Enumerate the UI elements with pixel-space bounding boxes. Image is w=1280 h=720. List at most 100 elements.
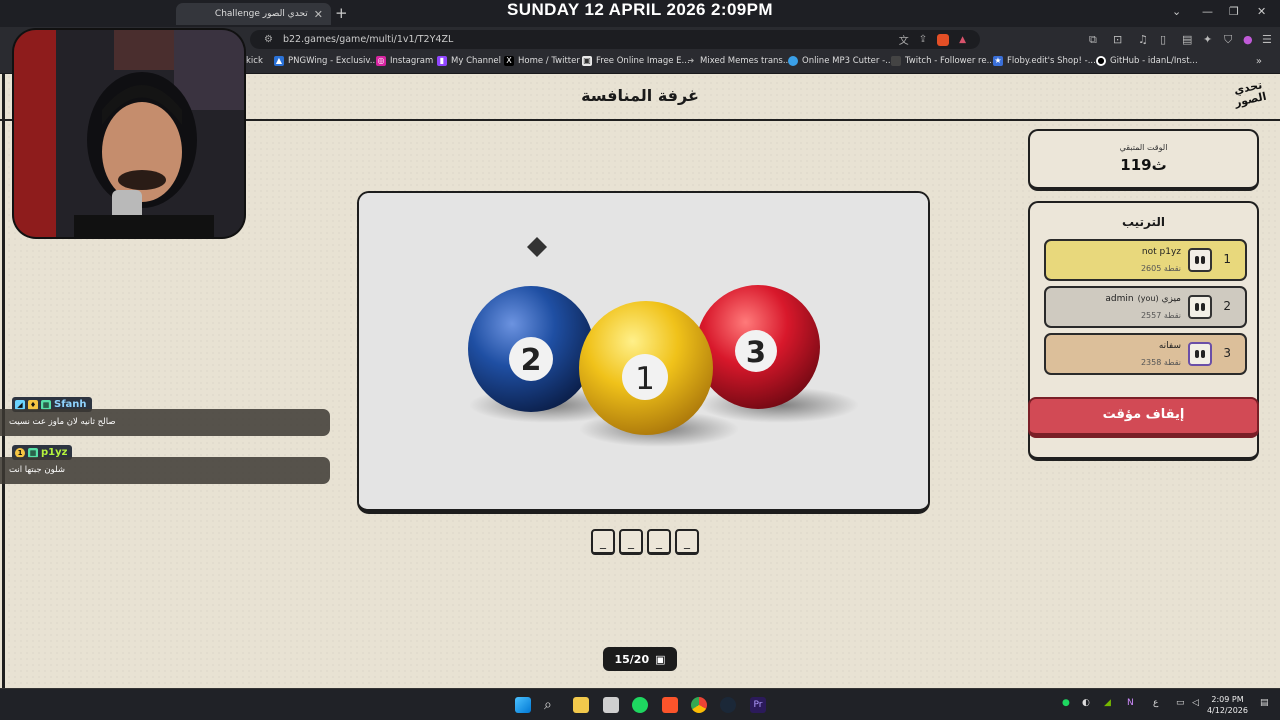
ball-3: 3 (696, 285, 820, 409)
search-icon[interactable]: ⌕ (544, 697, 560, 713)
premiere-icon[interactable]: Pr (750, 697, 766, 713)
translate-icon[interactable]: 文 (899, 32, 909, 47)
clock-date: 4/12/2026 (1206, 706, 1248, 715)
bookmark-label: My Channel (451, 56, 501, 66)
network-icon[interactable]: ▭ (1176, 698, 1185, 708)
bookmark-github[interactable]: ● GitHub - idanL/Inst... (1096, 56, 1198, 66)
ranking-row: 2 admin (you) ميزي 2557 نقطة (1044, 286, 1247, 328)
ranking-row: 3 سفانه 2358 نقطة (1044, 333, 1247, 375)
bookmark-instagram[interactable]: ◎ Instagram (376, 56, 433, 66)
timer-card: الوقت المتبقي 119ث (1028, 129, 1259, 191)
player-name-suffix: admin (1105, 294, 1134, 304)
pause-button[interactable]: إيقاف مؤقت (1028, 397, 1259, 438)
menu-icon[interactable]: ☰ (1262, 33, 1272, 46)
windows-start-icon[interactable] (515, 697, 531, 713)
avatar (1188, 295, 1212, 319)
bookmark-label: GitHub - idanL/Inst... (1110, 56, 1198, 66)
stream-date-overlay: SUNDAY 12 APRIL 2026 2:09PM (507, 0, 773, 19)
system-clock[interactable]: 2:09 PM 4/12/2026 (1207, 694, 1248, 716)
url-text[interactable]: b22.games/game/multi/1v1/T2Y4ZL (283, 34, 889, 45)
puzzle-icon[interactable]: ✦ (1203, 33, 1212, 46)
steam-icon[interactable] (720, 697, 736, 713)
page-icon (891, 56, 901, 66)
vip-badge-icon: ▦ (28, 447, 38, 458)
url-field[interactable]: ⚙ b22.games/game/multi/1v1/T2Y4ZL 文 ⇪ ▲ (250, 30, 980, 49)
music-icon[interactable]: ♫ (1138, 33, 1148, 46)
player-name-text: ميزي (1161, 294, 1181, 304)
notifications-icon[interactable]: ▤ (1260, 698, 1269, 708)
bookmark-my-channel[interactable]: ▮ My Channel (437, 56, 501, 66)
tray-notion-icon[interactable]: N (1127, 698, 1134, 708)
brave-icon[interactable] (662, 697, 678, 713)
sidebar-icon[interactable]: ▤ (1182, 33, 1192, 46)
player-score: 2557 نقطة (1140, 311, 1181, 320)
billiard-balls-image: 2 3 1 (359, 193, 928, 509)
gift-badge-icon: 1 (15, 447, 25, 458)
profile-icon[interactable]: ● (1243, 33, 1253, 46)
bookmark-twitter[interactable]: X Home / Twitter (504, 56, 580, 66)
bookmark-label: Instagram (390, 56, 434, 66)
avatar (1188, 342, 1212, 366)
bookmark-label: Free Online Image E... (596, 56, 690, 66)
ball-2-number: 2 (521, 343, 542, 378)
subscriber-badge-icon: ◢ (15, 399, 25, 410)
vpn-icon[interactable]: ⛉ (1224, 33, 1232, 47)
bookmark-floby-shop[interactable]: ★ Floby.edit's Shop! -... (993, 56, 1096, 66)
rank-number: 3 (1223, 346, 1231, 360)
bookmark-label: Floby.edit's Shop! -... (1007, 56, 1096, 66)
answer-slot[interactable]: _ (619, 529, 643, 555)
brave-rewards-icon[interactable]: ▲ (959, 35, 966, 45)
instagram-icon: ◎ (376, 56, 386, 66)
bookmark-label: kick (246, 56, 263, 66)
bookmark-label: Mixed Memes trans... (700, 56, 791, 66)
timer-value: 119ث (1120, 156, 1167, 174)
shop-icon: ★ (993, 56, 1003, 66)
answer-slots: _ _ _ _ (591, 529, 699, 555)
chat-message: شلون جبتها انت (0, 457, 330, 484)
images-icon: ▣ (655, 652, 666, 666)
rank-number: 1 (1223, 252, 1231, 266)
scrollbar[interactable] (2, 74, 5, 688)
chat-message: صالح ثانيه لان ماوز عت نسيت (0, 409, 330, 436)
image-editor-icon: ▣ (582, 56, 592, 66)
site-info-icon[interactable]: ⚙ (264, 34, 273, 45)
bookmark-mp3-cutter[interactable]: Online MP3 Cutter -... (788, 56, 893, 66)
share-icon[interactable]: ⇪ (919, 34, 927, 45)
bookmark-twitch-follower[interactable]: Twitch - Follower re... (891, 56, 995, 66)
tray-spotify-icon[interactable]: ● (1062, 698, 1070, 708)
keyboard-language-icon[interactable]: ع (1153, 698, 1158, 708)
windows-taskbar: ⌕ Pr ● ◐ ◢ N ع ▭ ◁ 2:09 PM 4/12/2026 ▤ (0, 688, 1280, 720)
timer-label: الوقت المتبقي (1119, 143, 1168, 152)
player-score: 2605 نقطة (1140, 264, 1181, 273)
answer-slot[interactable]: _ (591, 529, 615, 555)
file-explorer-icon[interactable] (573, 697, 589, 713)
player-name: admin (you) ميزي (1105, 294, 1181, 304)
volume-icon[interactable]: ◁ (1192, 698, 1199, 708)
player-score: 2358 نقطة (1140, 358, 1181, 367)
bookmark-label: Home / Twitter (518, 56, 580, 66)
extensions-icon[interactable]: ⧉ (1089, 33, 1097, 47)
bookmark-label: PNGWing - Exclusiv... (288, 56, 378, 66)
pngwing-icon: ▲ (274, 56, 284, 66)
avatar (1188, 248, 1212, 272)
ball-2: 2 (468, 286, 594, 412)
answer-slot[interactable]: _ (675, 529, 699, 555)
bookmark-image-editor[interactable]: ▣ Free Online Image E... (582, 56, 690, 66)
answer-slot[interactable]: _ (647, 529, 671, 555)
reading-icon[interactable]: ▯ (1160, 33, 1166, 46)
bookmark-mixed-memes[interactable]: ➜ Mixed Memes trans... (686, 56, 791, 66)
bookmark-pngwing[interactable]: ▲ PNGWing - Exclusiv... (274, 56, 378, 66)
spotify-icon[interactable] (632, 697, 648, 713)
clock-time: 2:09 PM (1211, 695, 1244, 704)
chrome-icon[interactable] (691, 697, 707, 713)
tray-nvidia-icon[interactable]: ◢ (1104, 698, 1111, 708)
site-logo[interactable]: تحدي الصور (1229, 78, 1270, 116)
tray-steam-icon[interactable]: ◐ (1082, 698, 1090, 708)
twitch-icon: ▮ (437, 56, 447, 66)
bookmark-kick[interactable]: kick (246, 56, 263, 66)
screenshot-icon[interactable]: ⊡ (1113, 33, 1122, 46)
brave-shields-icon[interactable] (937, 33, 950, 46)
ranking-title: الترتيب (1121, 215, 1166, 229)
store-icon[interactable] (603, 697, 619, 713)
more-bookmarks-icon[interactable]: » (1256, 56, 1262, 67)
